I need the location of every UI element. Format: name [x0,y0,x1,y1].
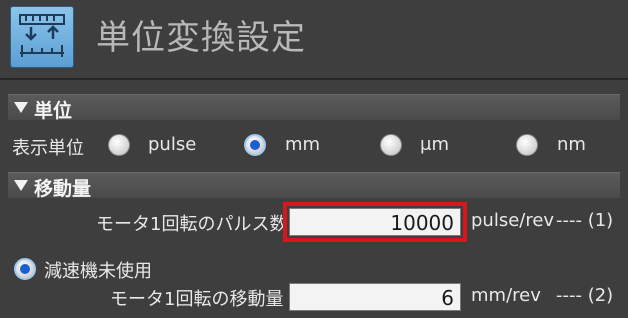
section-movement-header[interactable]: 移動量 [8,172,620,200]
radio-unit-pulse[interactable] [108,134,130,156]
unit-conversion-icon [10,6,74,68]
radio-unit-mm[interactable] [244,134,266,156]
radio-unit-nm-label: nm [557,134,586,155]
header-divider [0,78,628,80]
section-unit-header[interactable]: 単位 [8,94,620,122]
travel-per-rev-ref: ---- (2) [556,285,614,306]
radio-unit-um-label: μm [420,134,449,155]
highlight-box [283,202,467,242]
section-unit-title: 単位 [34,100,73,122]
travel-per-rev-unit: mm/rev [471,285,541,306]
radio-unit-pulse-label: pulse [148,134,197,155]
travel-per-rev-label: モータ1回転の移動量 [110,289,284,310]
radio-no-reducer[interactable] [14,258,36,280]
no-reducer-label: 減速機未使用 [44,261,152,282]
section-movement-title: 移動量 [34,178,92,200]
pulses-per-rev-ref: ---- (1) [556,210,614,231]
radio-unit-um[interactable] [380,134,402,156]
radio-unit-nm[interactable] [516,134,538,156]
page-title: 単位変換設定 [96,18,306,58]
pulses-per-rev-unit: pulse/rev [471,210,555,231]
display-unit-label: 表示単位 [12,138,84,159]
collapse-triangle-icon [14,180,28,191]
collapse-triangle-icon [14,102,28,113]
pulses-per-rev-label: モータ1回転のパルス数 [96,214,288,235]
travel-per-rev-input[interactable]: 6 [289,283,461,311]
radio-unit-mm-label: mm [285,134,321,155]
header: 単位変換設定 [0,0,628,78]
